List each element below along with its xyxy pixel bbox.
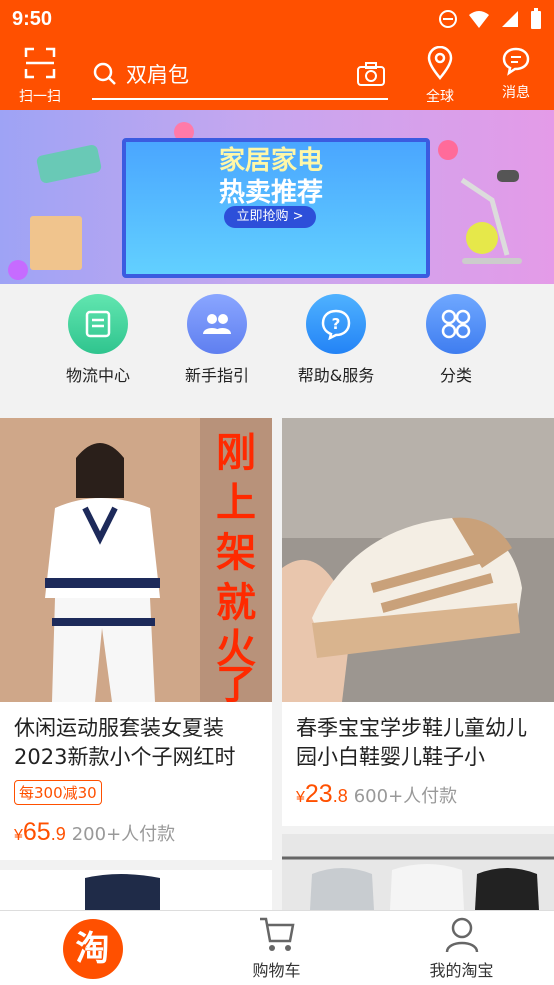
shortcut-label: 新手指引 xyxy=(184,366,249,385)
bottom-tab-bar: 淘 购物车 我的淘宝 xyxy=(0,910,554,985)
banner-title-line2: 热卖推荐 xyxy=(218,178,323,208)
image-caption-char: 上 xyxy=(216,480,256,526)
product-card[interactable] xyxy=(282,834,554,910)
cabinet-illustration xyxy=(30,216,82,270)
chat-icon xyxy=(502,47,530,76)
product-image xyxy=(282,834,554,910)
scan-label: 扫一扫 xyxy=(19,89,61,105)
price-currency: ¥ xyxy=(296,789,305,806)
image-caption-char: 了 xyxy=(216,662,256,702)
price-integer: 23 xyxy=(304,780,333,808)
global-label: 全球 xyxy=(426,89,454,105)
product-card[interactable]: 春季宝宝学步鞋儿童幼儿园小白鞋婴儿鞋子小 ¥23.8 600+人付款 xyxy=(282,418,554,826)
product-price: ¥65.9 200+人付款 xyxy=(14,818,175,847)
sold-count: 600+人付款 xyxy=(353,786,458,807)
product-card[interactable] xyxy=(0,870,272,910)
user-icon xyxy=(445,917,478,953)
product-card[interactable]: 刚 上 架 就 火 了 休闲运动服套装女夏装2023新款小个子网红时 每300减… xyxy=(0,418,272,860)
tab-cart[interactable]: 购物车 xyxy=(184,911,369,981)
users-icon xyxy=(187,294,247,354)
signal-icon xyxy=(502,11,518,27)
shortcut-label: 帮助&服务 xyxy=(297,366,375,385)
tab-my-taobao[interactable]: 我的淘宝 xyxy=(369,911,554,981)
location-icon xyxy=(427,45,453,80)
logistics-icon xyxy=(68,294,128,354)
decor-ball xyxy=(438,140,458,160)
status-bar: 9:50 xyxy=(0,0,554,38)
search-input[interactable]: 双肩包 xyxy=(92,50,388,100)
scan-icon xyxy=(24,47,56,79)
battery-icon xyxy=(531,8,541,29)
help-icon: ? xyxy=(306,294,366,354)
product-image: 刚 上 架 就 火 了 xyxy=(0,418,272,702)
cart-icon xyxy=(259,917,295,951)
product-image xyxy=(0,870,272,910)
status-time: 9:50 xyxy=(12,7,53,30)
exercise-bike-illustration xyxy=(460,170,522,264)
shortcut-label: 物流中心 xyxy=(65,366,130,385)
sold-count: 200+人付款 xyxy=(71,824,176,845)
image-caption-char: 架 xyxy=(216,530,256,576)
shortcut-help-service[interactable]: ? 帮助&服务 xyxy=(281,294,391,386)
system-icons xyxy=(438,8,542,30)
product-title: 春季宝宝学步鞋儿童幼儿园小白鞋婴儿鞋子小 xyxy=(296,716,527,769)
messages-label: 消息 xyxy=(502,85,530,101)
sofa-illustration xyxy=(35,143,103,185)
wifi-icon xyxy=(469,11,489,28)
product-image xyxy=(282,418,554,702)
camera-icon[interactable] xyxy=(356,61,386,87)
image-caption-char: 就 xyxy=(216,580,256,626)
banner-buy-button[interactable]: 立即抢购 > xyxy=(224,206,316,228)
grid-icon xyxy=(426,294,486,354)
image-caption-char: 刚 xyxy=(216,430,256,476)
product-price: ¥23.8 600+人付款 xyxy=(296,780,457,809)
price-decimal: .8 xyxy=(332,786,348,806)
shortcut-label: 分类 xyxy=(439,366,472,385)
shortcut-row: 物流中心 新手指引 ? 帮助&服务 分类 xyxy=(0,284,554,404)
decor-ball xyxy=(8,260,28,280)
search-icon xyxy=(93,62,116,85)
shortcut-category[interactable]: 分类 xyxy=(401,294,511,386)
taobao-logo-icon: 淘 xyxy=(62,919,123,979)
svg-text:?: ? xyxy=(332,315,341,333)
tab-mine-label: 我的淘宝 xyxy=(429,961,494,980)
promo-banner[interactable]: 家居家电 热卖推荐 立即抢购 > xyxy=(0,110,554,284)
dnd-icon xyxy=(439,10,457,28)
shortcut-beginner-guide[interactable]: 新手指引 xyxy=(162,294,272,386)
search-header: 扫一扫 双肩包 全球 消息 xyxy=(0,38,554,110)
price-integer: 65 xyxy=(22,818,51,846)
tab-cart-label: 购物车 xyxy=(252,961,301,980)
search-query: 双肩包 xyxy=(126,63,189,87)
price-decimal: .9 xyxy=(50,824,66,844)
price-currency: ¥ xyxy=(14,827,23,844)
messages-button[interactable]: 消息 xyxy=(488,46,544,102)
global-button[interactable]: 全球 xyxy=(412,45,468,106)
shortcut-logistics[interactable]: 物流中心 xyxy=(43,294,153,386)
promo-tag: 每300减30 xyxy=(14,780,102,805)
scan-button[interactable]: 扫一扫 xyxy=(12,46,68,106)
tab-home[interactable]: 淘 xyxy=(0,911,185,979)
product-title: 休闲运动服套装女夏装2023新款小个子网红时 xyxy=(14,716,236,769)
